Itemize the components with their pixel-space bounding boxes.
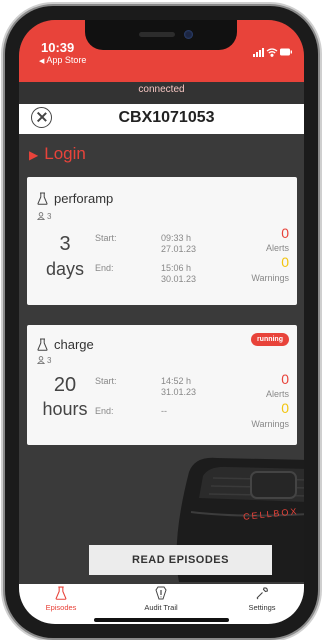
start-label: Start: [95, 376, 117, 386]
start-time: 09:33 h [161, 233, 192, 243]
duration-value: 20 [53, 374, 77, 396]
start-time: 14:52 h [161, 376, 192, 386]
status-time: 10:39 [41, 40, 75, 55]
tab-episodes[interactable]: Episodes [21, 586, 101, 612]
user-icon [36, 212, 46, 221]
audit-trail-icon [155, 586, 167, 600]
tab-audit-trail[interactable]: Audit Trail [121, 586, 201, 612]
episode-card[interactable]: running charge 3 20 hours Start: 14:52 h… [27, 325, 297, 445]
episodes-content: ▶ Login perforamp 3 3 days Start: 09:33 h… [19, 134, 304, 584]
back-to-app-store-link[interactable]: ◀ App Store [39, 55, 86, 65]
duration-value: 3 [59, 233, 71, 255]
start-label: Start: [95, 233, 117, 243]
start-date: 27.01.23 [161, 244, 197, 254]
warnings-label: Warnings [251, 419, 289, 429]
back-link-label: App Store [46, 55, 87, 65]
signal-icon [253, 48, 264, 57]
play-triangle-icon: ▶ [29, 148, 39, 162]
alerts-label: Alerts [265, 243, 289, 253]
device-title-bar: CBX1071053 [19, 104, 304, 134]
home-indicator [94, 618, 229, 622]
camera [184, 30, 193, 39]
tab-label: Settings [248, 603, 276, 612]
flask-icon [55, 586, 67, 600]
phone-frame: 10:39 ◀ App Store connected CBX1071053 ▶… [5, 6, 318, 638]
duration-unit: hours [42, 399, 88, 419]
connection-status: connected [138, 84, 185, 95]
alerts-count: 0 [281, 225, 289, 241]
speaker [139, 32, 175, 37]
end-label: End: [95, 263, 114, 273]
start-date: 31.01.23 [161, 387, 197, 397]
device-name: CBX1071053 [118, 109, 215, 126]
warnings-count: 0 [281, 400, 289, 416]
login-label: Login [44, 144, 86, 163]
screen: 10:39 ◀ App Store connected CBX1071053 ▶… [19, 20, 304, 624]
duration-unit: days [45, 259, 85, 279]
back-arrow-icon: ◀ [39, 58, 45, 65]
flask-icon [37, 338, 48, 351]
episode-card[interactable]: perforamp 3 3 days Start: 09:33 h 27.01.… [27, 177, 297, 305]
close-icon[interactable] [31, 107, 52, 128]
tab-label: Episodes [45, 603, 77, 612]
episode-name: perforamp [54, 191, 114, 206]
episode-header: perforamp [37, 191, 113, 206]
episode-header: charge [37, 337, 94, 352]
login-link[interactable]: ▶ Login [29, 144, 86, 164]
end-date: 30.01.23 [161, 274, 197, 284]
notch [85, 20, 237, 50]
users-count: 3 [47, 356, 52, 365]
episode-users: 3 [36, 212, 52, 221]
users-count: 3 [47, 212, 52, 221]
end-label: End: [95, 406, 114, 416]
user-icon [36, 356, 46, 365]
episode-name: charge [54, 337, 94, 352]
alerts-label: Alerts [265, 389, 289, 399]
episode-users: 3 [36, 356, 52, 365]
end-time: 15:06 h [161, 263, 192, 273]
warnings-count: 0 [281, 254, 289, 270]
battery-icon [280, 48, 292, 56]
wifi-icon [266, 48, 278, 57]
warnings-label: Warnings [251, 273, 289, 283]
alerts-count: 0 [281, 371, 289, 387]
status-bar: 10:39 ◀ App Store [19, 20, 304, 82]
tab-settings[interactable]: Settings [222, 586, 302, 612]
read-episodes-button[interactable]: READ EPISODES [89, 545, 272, 575]
system-icons [253, 44, 293, 62]
flask-icon [37, 192, 48, 205]
end-value: -- [161, 406, 167, 416]
tab-label: Audit Trail [144, 603, 178, 612]
wrench-icon [256, 587, 268, 600]
running-status-badge: running [250, 333, 289, 346]
